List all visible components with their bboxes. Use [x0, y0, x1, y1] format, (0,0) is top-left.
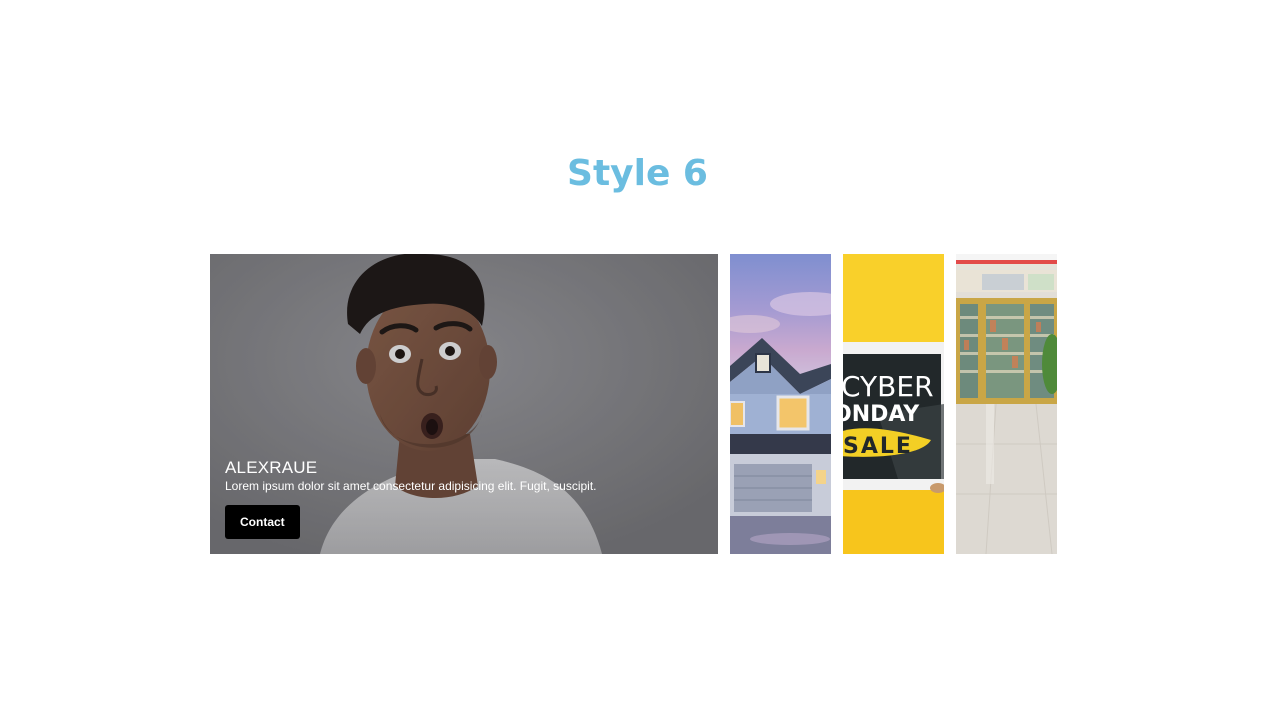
cyber-monday-panel[interactable]: CYBER ONDAY SALE: [843, 254, 944, 554]
featured-title: ALEXRAUE: [225, 458, 318, 477]
store-image: [956, 254, 1057, 554]
page: Style 6 ALEXRAUE Lorem ipsum dolor sit a…: [0, 0, 1280, 720]
featured-panel[interactable]: ALEXRAUE Lorem ipsum dolor sit amet cons…: [210, 254, 718, 554]
sign-line-2: ONDAY: [843, 402, 920, 427]
featured-caption: ALEXRAUE Lorem ipsum dolor sit amet cons…: [225, 458, 705, 539]
cyber-monday-image: CYBER ONDAY SALE: [843, 254, 944, 554]
image-gallery: ALEXRAUE Lorem ipsum dolor sit amet cons…: [210, 254, 1057, 554]
sign-line-1: CYBER: [843, 370, 934, 403]
house-panel[interactable]: [730, 254, 831, 554]
section-heading: Style 6: [567, 153, 708, 194]
featured-description: Lorem ipsum dolor sit amet consectetur a…: [225, 479, 597, 493]
house-image: [730, 292, 831, 554]
sign-line-3: SALE: [843, 434, 913, 459]
contact-button[interactable]: Contact: [225, 505, 300, 539]
store-panel[interactable]: [956, 254, 1057, 554]
